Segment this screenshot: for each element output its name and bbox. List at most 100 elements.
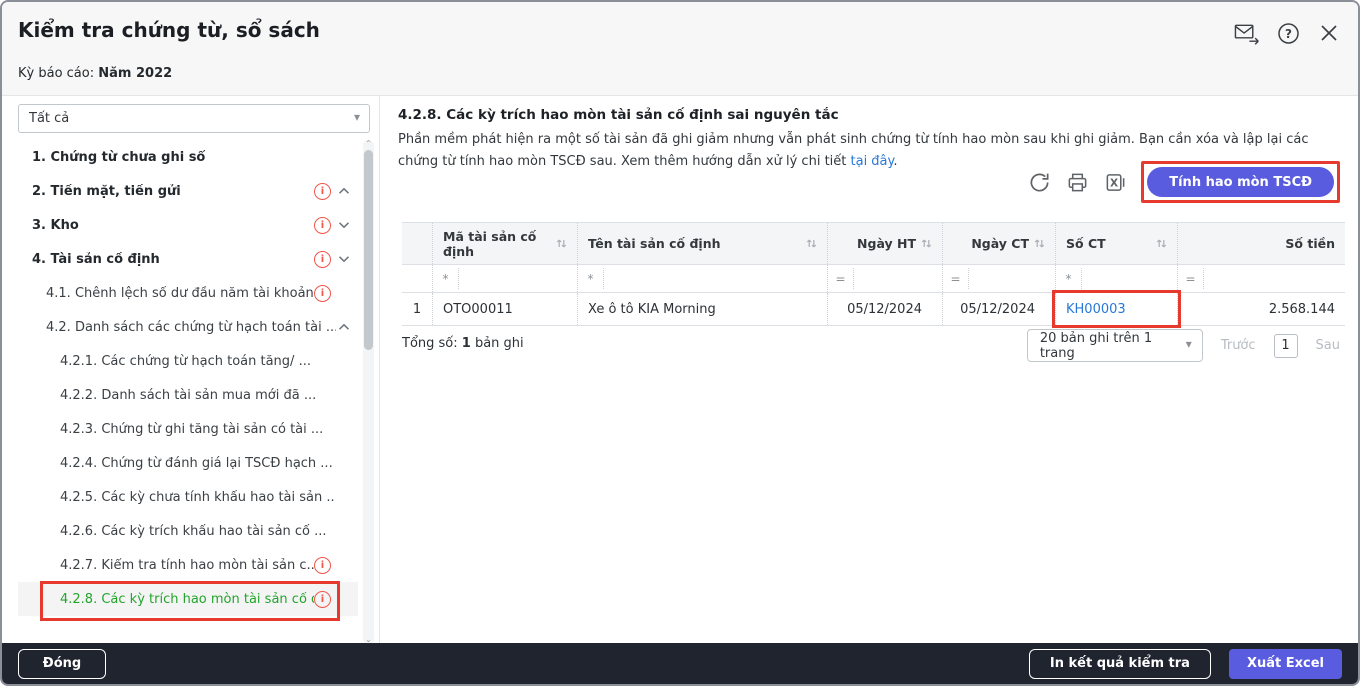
- sidebar-item[interactable]: 4.2.2. Danh sách tài sản mua mới đã ...: [18, 378, 358, 412]
- scrollbar-thumb[interactable]: [364, 150, 373, 350]
- table-header-row: Mã tài sản cố định Tên tài sản cố định N…: [402, 223, 1345, 265]
- export-excel-icon[interactable]: X: [1103, 170, 1127, 194]
- sidebar-item[interactable]: 4.2.1. Các chứng từ hạch toán tăng/ ...: [18, 344, 358, 378]
- sidebar-item[interactable]: 1. Chứng từ chưa ghi sổ: [18, 140, 358, 174]
- close-icon[interactable]: [1316, 20, 1342, 46]
- chevron-down-icon[interactable]: [336, 221, 352, 229]
- help-icon[interactable]: ?: [1275, 20, 1301, 46]
- print-results-button[interactable]: In kết quả kiểm tra: [1029, 649, 1211, 679]
- error-info-icon: [314, 285, 331, 302]
- header-amount[interactable]: Số tiền: [1177, 223, 1345, 264]
- cell-row-number: 1: [402, 293, 432, 325]
- sidebar-content-divider: [379, 96, 380, 643]
- table-row[interactable]: 1 OTO00011 Xe ô tô KIA Morning 05/12/202…: [402, 293, 1345, 326]
- table-filter-row: * * = = * =: [402, 265, 1345, 293]
- header-doc-date[interactable]: Ngày CT: [942, 223, 1055, 264]
- error-info-icon: [314, 183, 331, 200]
- sidebar-item[interactable]: 4.2.7. Kiểm tra tính hao mòn tài sản c..…: [18, 548, 358, 582]
- error-info-icon: [314, 591, 331, 608]
- sort-icon[interactable]: [921, 238, 932, 249]
- description-period: .: [893, 154, 897, 169]
- header-posted-date[interactable]: Ngày HT: [827, 223, 942, 264]
- filter-op-icon[interactable]: *: [578, 268, 604, 289]
- header-asset-name[interactable]: Tên tài sản cố định: [577, 223, 827, 264]
- sidebar-item[interactable]: 3. Kho: [18, 208, 358, 242]
- filter-op-icon[interactable]: =: [828, 268, 854, 289]
- page-title: Kiểm tra chứng từ, sổ sách: [18, 18, 320, 42]
- compute-depreciation-button[interactable]: Tính hao mòn TSCĐ: [1147, 167, 1334, 197]
- sidebar-item-label: 4. Tài sản cố định: [32, 252, 314, 267]
- chevron-up-icon[interactable]: [336, 323, 352, 331]
- report-period-label: Kỳ báo cáo:: [18, 66, 94, 81]
- print-icon[interactable]: [1065, 170, 1089, 194]
- export-excel-button[interactable]: Xuất Excel: [1229, 649, 1342, 679]
- filter-doc-date[interactable]: =: [942, 265, 1055, 292]
- error-info-icon: [314, 217, 331, 234]
- check-documents-dialog: Kiểm tra chứng từ, sổ sách Kỳ báo cáo: N…: [0, 0, 1360, 686]
- sidebar-item-label: 4.2.4. Chứng từ đánh giá lại TSCĐ hạch .…: [60, 456, 336, 471]
- filter-doc-number[interactable]: *: [1055, 265, 1177, 292]
- sidebar-item[interactable]: 2. Tiền mặt, tiền gửi: [18, 174, 358, 208]
- error-info-icon: [314, 251, 331, 268]
- feedback-mail-icon[interactable]: [1234, 20, 1260, 46]
- close-button[interactable]: Đóng: [18, 649, 106, 679]
- filter-asset-name[interactable]: *: [577, 265, 827, 292]
- sidebar-item-label: 4.2.3. Chứng từ ghi tăng tài sản có tài …: [60, 422, 336, 437]
- sidebar-item-label: 4.2.1. Các chứng từ hạch toán tăng/ ...: [60, 354, 336, 369]
- sidebar-item-label: 4.2.8. Các kỳ trích hao mòn tài sản cố đ…: [60, 592, 314, 607]
- filter-op-icon[interactable]: *: [433, 268, 459, 289]
- sidebar-item-label: 4.2.7. Kiểm tra tính hao mòn tài sản c..…: [60, 558, 314, 573]
- category-filter-dropdown[interactable]: Tất cả: [18, 104, 370, 133]
- filter-op-icon[interactable]: =: [1178, 268, 1204, 289]
- header-row-number: [402, 223, 432, 264]
- check-categories-sidebar: Tất cả 1. Chứng từ chưa ghi sổ 2. Tiền mặ…: [18, 104, 370, 638]
- prev-page-button[interactable]: Trước: [1221, 338, 1256, 353]
- sort-icon[interactable]: [556, 238, 567, 249]
- report-period-value: Năm 2022: [98, 66, 172, 81]
- total-records: Tổng số: 1 bản ghi: [402, 336, 524, 351]
- sidebar-item[interactable]: 4. Tài sản cố định: [18, 242, 358, 276]
- scroll-up-icon[interactable]: ⌃: [363, 140, 374, 148]
- doc-number-link[interactable]: KH00003: [1066, 302, 1126, 317]
- chevron-up-icon[interactable]: [336, 187, 352, 195]
- header-asset-code[interactable]: Mã tài sản cố định: [432, 223, 577, 264]
- filter-posted-date[interactable]: =: [827, 265, 942, 292]
- filter-asset-code[interactable]: *: [432, 265, 577, 292]
- sidebar-item[interactable]: 4.2.6. Các kỳ trích khấu hao tài sản cố …: [18, 514, 358, 548]
- check-result-content: 4.2.8. Các kỳ trích hao mòn tài sản cố đ…: [398, 96, 1342, 643]
- cell-amount: 2.568.144: [1177, 293, 1345, 325]
- cell-asset-name: Xe ô tô KIA Morning: [577, 293, 827, 325]
- dialog-header: Kiểm tra chứng từ, sổ sách Kỳ báo cáo: N…: [2, 2, 1358, 96]
- header-doc-number[interactable]: Số CT: [1055, 223, 1177, 264]
- cell-asset-code: OTO00011: [432, 293, 577, 325]
- sidebar-scrollbar[interactable]: ⌃ ⌄: [363, 140, 374, 644]
- svg-text:X: X: [1110, 177, 1118, 189]
- current-page-input[interactable]: 1: [1274, 334, 1298, 358]
- sidebar-item[interactable]: 4.2.8. Các kỳ trích hao mòn tài sản cố đ…: [18, 582, 358, 616]
- result-table: Mã tài sản cố định Tên tài sản cố định N…: [402, 222, 1345, 326]
- sort-icon[interactable]: [806, 238, 817, 249]
- guide-link[interactable]: tại đây: [851, 154, 894, 169]
- next-page-button[interactable]: Sau: [1316, 338, 1340, 353]
- table-toolbar: X Tính hao mòn TSCĐ: [1027, 158, 1340, 206]
- category-filter-value: Tất cả: [29, 111, 69, 126]
- sidebar-item[interactable]: 4.2. Danh sách các chứng từ hạch toán tà…: [18, 310, 358, 344]
- sidebar-item-label: 1. Chứng từ chưa ghi sổ: [32, 150, 336, 165]
- sort-icon[interactable]: [1034, 238, 1045, 249]
- cell-doc-date: 05/12/2024: [942, 293, 1055, 325]
- error-info-icon: [314, 557, 331, 574]
- sidebar-item[interactable]: 4.2.3. Chứng từ ghi tăng tài sản có tài …: [18, 412, 358, 446]
- filter-op-icon[interactable]: =: [943, 268, 969, 289]
- compute-button-annotation: Tính hao mòn TSCĐ: [1141, 161, 1340, 203]
- chevron-down-icon[interactable]: [336, 255, 352, 263]
- sidebar-item[interactable]: 4.1. Chênh lệch số dư đầu năm tài khoản …: [18, 276, 358, 310]
- page-size-dropdown[interactable]: 20 bản ghi trên 1 trang: [1027, 329, 1203, 362]
- filter-op-icon[interactable]: *: [1056, 268, 1082, 289]
- filter-amount[interactable]: =: [1177, 265, 1345, 292]
- cell-posted-date: 05/12/2024: [827, 293, 942, 325]
- sidebar-item[interactable]: 4.2.5. Các kỳ chưa tính khấu hao tài sản…: [18, 480, 358, 514]
- sidebar-item[interactable]: 4.2.4. Chứng từ đánh giá lại TSCĐ hạch .…: [18, 446, 358, 480]
- refresh-icon[interactable]: [1027, 170, 1051, 194]
- sidebar-item-label: 3. Kho: [32, 218, 314, 233]
- sort-icon[interactable]: [1156, 238, 1167, 249]
